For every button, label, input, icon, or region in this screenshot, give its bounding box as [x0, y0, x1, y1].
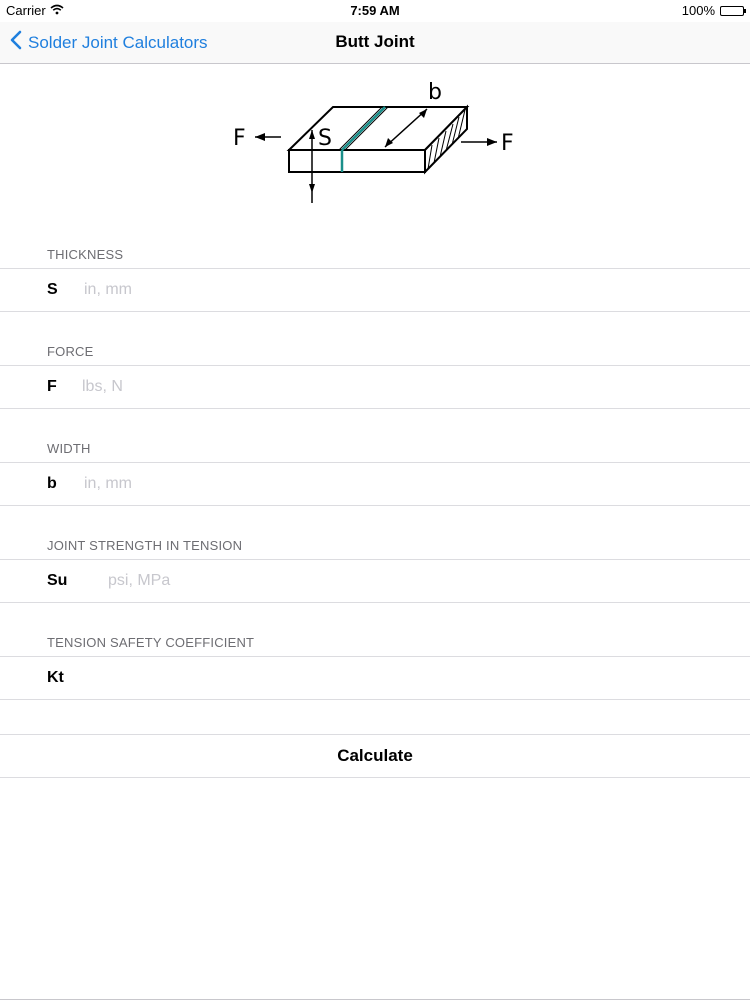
thickness-header: THICKNESS: [47, 247, 124, 262]
force-row: F: [0, 365, 750, 409]
thickness-field-label: S: [47, 281, 58, 298]
joint-strength-row: Su: [0, 559, 750, 603]
thickness-row: S: [0, 268, 750, 312]
safety-coefficient-field-label: Kt: [47, 669, 64, 686]
force-left-label: F: [233, 126, 246, 151]
clock: 7:59 AM: [350, 3, 400, 18]
joint-strength-header: JOINT STRENGTH IN TENSION: [47, 538, 243, 553]
width-input[interactable]: [84, 470, 584, 498]
force-header: FORCE: [47, 344, 94, 359]
safety-coefficient-input[interactable]: [90, 664, 590, 692]
joint-strength-field-label: Su: [47, 572, 68, 589]
butt-joint-diagram: F F S b: [225, 75, 525, 210]
width-header: WIDTH: [47, 441, 91, 456]
force-input[interactable]: [82, 373, 582, 401]
width-field-label: b: [47, 475, 57, 492]
thickness-label: S: [318, 126, 332, 151]
force-right-label: F: [501, 131, 514, 156]
battery-icon: [720, 5, 746, 16]
page-title: Butt Joint: [335, 32, 415, 51]
safety-coefficient-header: TENSION SAFETY COEFFICIENT: [47, 635, 255, 650]
joint-strength-input[interactable]: [108, 567, 608, 595]
thickness-input[interactable]: [84, 276, 584, 304]
navigation-bar: Solder Joint Calculators Butt Joint: [0, 22, 750, 64]
battery-percent: 100%: [681, 3, 715, 18]
calculate-button[interactable]: Calculate: [0, 734, 750, 778]
width-label: b: [428, 80, 442, 105]
width-row: b: [0, 462, 750, 506]
safety-coefficient-row: Kt: [0, 656, 750, 700]
status-right: 100%: [681, 3, 746, 18]
status-bar: Carrier 7:59 AM 100%: [0, 0, 750, 22]
force-field-label: F: [47, 378, 57, 395]
